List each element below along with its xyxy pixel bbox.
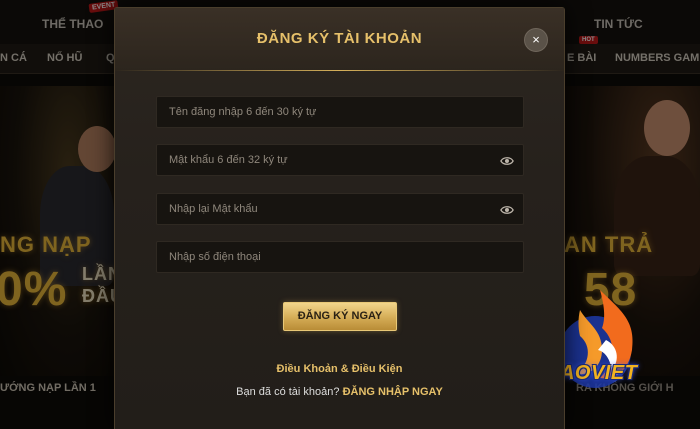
username-field-wrapper	[156, 96, 524, 128]
show-password-eye-icon[interactable]	[500, 154, 514, 168]
confirm-password-field-wrapper	[156, 193, 524, 225]
close-button[interactable]: ×	[524, 28, 548, 52]
confirm-password-input[interactable]	[157, 194, 523, 224]
username-input[interactable]	[157, 97, 523, 127]
phone-field-wrapper	[156, 241, 524, 273]
modal-header: ĐĂNG KÝ TÀI KHOẢN ×	[115, 8, 564, 71]
header-divider	[115, 70, 564, 71]
modal-title: ĐĂNG KÝ TÀI KHOẢN	[256, 30, 423, 47]
password-field-wrapper	[156, 144, 524, 176]
password-input[interactable]	[157, 145, 523, 175]
login-prompt-text: Bạn đã có tài khoản?	[236, 386, 340, 398]
phone-input[interactable]	[157, 242, 523, 272]
login-prompt-row: Bạn đã có tài khoản? ĐĂNG NHẬP NGAY	[115, 386, 564, 398]
register-now-button[interactable]: ĐĂNG KÝ NGAY	[283, 302, 397, 331]
show-confirm-password-eye-icon[interactable]	[500, 203, 514, 217]
close-icon: ×	[532, 32, 540, 47]
terms-and-conditions-link[interactable]: Điều Khoản & Điều Kiện	[115, 363, 564, 375]
register-modal: ĐĂNG KÝ TÀI KHOẢN × ĐĂNG KÝ NGAY Điều Kh…	[114, 7, 565, 429]
login-now-link[interactable]: ĐĂNG NHẬP NGAY	[343, 386, 443, 398]
